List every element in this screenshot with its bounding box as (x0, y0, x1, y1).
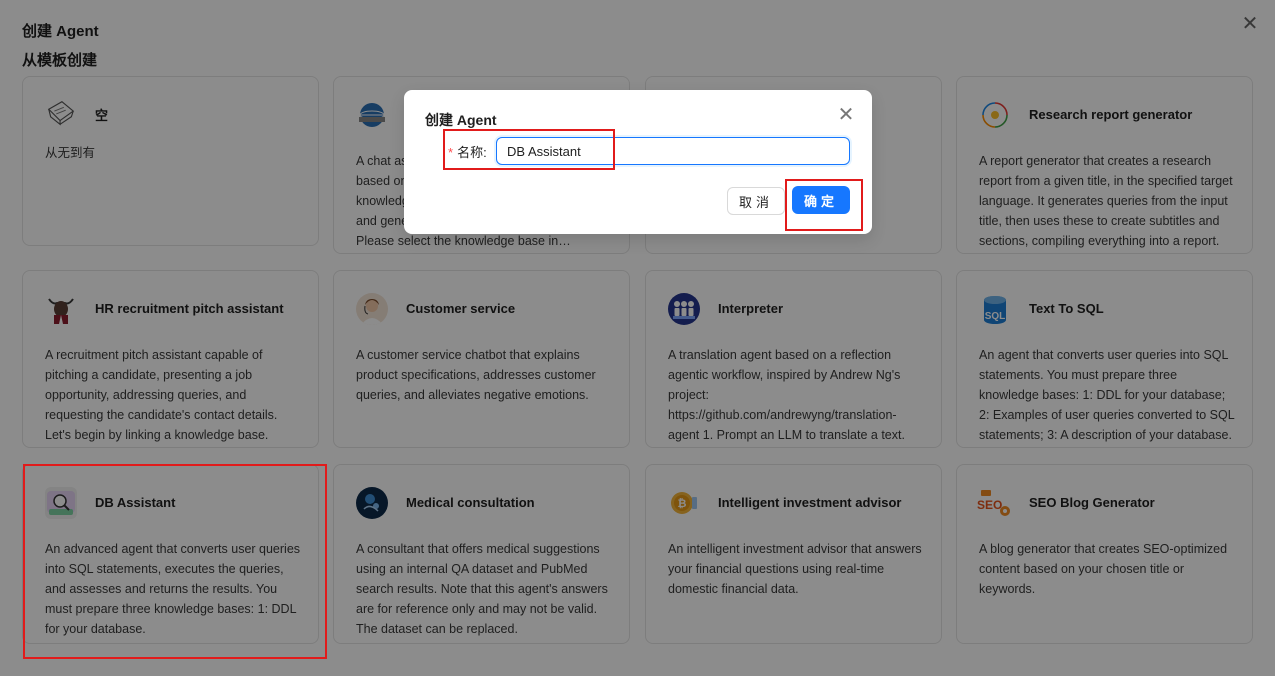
dialog-close-icon[interactable]: ✕ (836, 104, 856, 126)
name-field-label: * 名称: (448, 142, 487, 161)
confirm-button[interactable]: 确定 (792, 186, 850, 214)
cancel-button[interactable]: 取消 (727, 187, 785, 215)
dialog-title: 创建 Agent (425, 112, 497, 128)
required-mark: * (448, 145, 454, 160)
create-agent-dialog: 创建 Agent ✕ *名称: 取消 确定 (404, 90, 872, 234)
name-label-text: 名称: (457, 145, 487, 160)
agent-name-input[interactable] (496, 137, 850, 165)
